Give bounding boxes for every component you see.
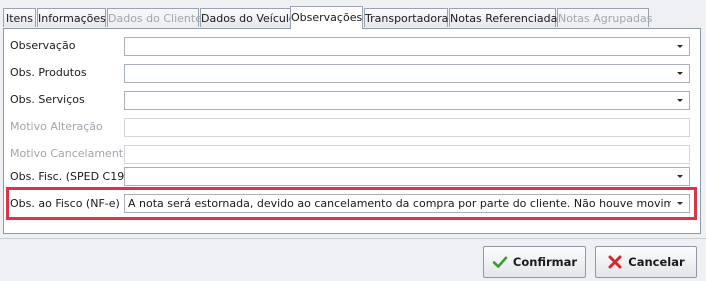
chevron-down-icon[interactable] <box>677 202 683 205</box>
checkmark-icon <box>492 256 508 268</box>
tab-transportadora[interactable]: Transportadora <box>364 8 448 27</box>
tab-notas-referenciadas[interactable]: Notas Referenciadas <box>449 8 563 27</box>
tab-itens[interactable]: Itens <box>3 8 36 27</box>
x-icon <box>608 255 622 269</box>
obs-ao-fisco-value: A nota será estornada, devido ao cancela… <box>128 197 671 210</box>
motivo-cancelamento-label: Motivo Cancelamento <box>10 147 130 160</box>
tab-notas-agrupadas: Notas Agrupadas <box>557 8 652 27</box>
motivo-cancelamento-input <box>124 145 690 164</box>
tab-dados-do-cliente: Dados do Cliente <box>107 8 202 27</box>
chevron-down-icon[interactable] <box>677 99 683 102</box>
obs-servicos-combo[interactable] <box>124 91 690 110</box>
motivo-alteracao-input <box>124 118 690 137</box>
footer-divider <box>0 238 706 239</box>
confirm-button[interactable]: Confirmar <box>483 246 586 278</box>
chevron-down-icon[interactable] <box>677 72 683 75</box>
obs-servicos-label: Obs. Serviços <box>10 93 85 106</box>
obs-produtos-combo[interactable] <box>124 64 690 83</box>
cancel-label: Cancelar <box>628 255 685 269</box>
tab-observacoes[interactable]: Observações <box>290 6 363 29</box>
motivo-alteracao-label: Motivo Alteração <box>10 120 103 133</box>
observacoes-panel: Observação Obs. Produtos Obs. Serviços M… <box>3 28 701 234</box>
tab-dados-do-veiculo[interactable]: Dados do Veículo <box>200 8 296 27</box>
obs-fisc-sped-label: Obs. Fisc. (SPED C195) <box>10 170 136 183</box>
chevron-down-icon[interactable] <box>677 175 683 178</box>
obs-ao-fisco-label: Obs. ao Fisco (NF-e) <box>10 197 120 210</box>
obs-produtos-label: Obs. Produtos <box>10 66 87 79</box>
observacao-combo[interactable] <box>124 37 690 56</box>
confirm-label: Confirmar <box>512 255 578 269</box>
cancel-button[interactable]: Cancelar <box>595 246 697 278</box>
obs-ao-fisco-combo[interactable]: A nota será estornada, devido ao cancela… <box>124 194 690 213</box>
observacao-label: Observação <box>10 39 76 52</box>
obs-fisc-sped-combo[interactable] <box>124 167 690 186</box>
tab-informacoes[interactable]: Informações <box>37 8 106 27</box>
chevron-down-icon[interactable] <box>677 45 683 48</box>
